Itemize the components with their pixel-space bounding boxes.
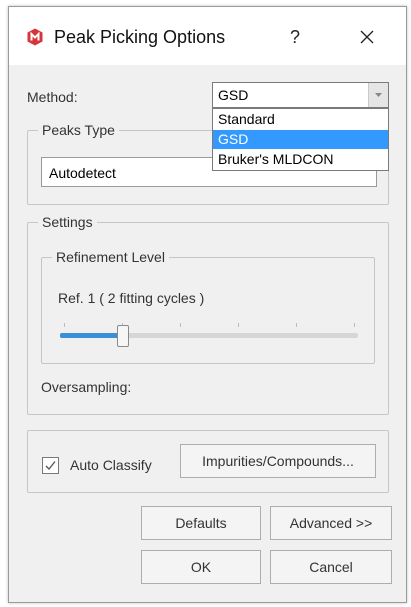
slider-tick xyxy=(354,323,355,327)
method-combobox-value: GSD xyxy=(218,87,249,103)
close-icon xyxy=(359,30,375,48)
refinement-slider-fill xyxy=(60,333,124,338)
title-bar: Peak Picking Options ? xyxy=(9,7,406,65)
refinement-level-title: Refinement Level xyxy=(52,249,169,265)
ok-button[interactable]: OK xyxy=(141,550,261,584)
peak-picking-dialog: Peak Picking Options ? Method: GSD Peaks… xyxy=(8,6,407,603)
impurities-compounds-button[interactable]: Impurities/Compounds... xyxy=(180,444,376,478)
method-combobox[interactable]: GSD xyxy=(212,82,389,108)
settings-title: Settings xyxy=(38,214,97,230)
peaks-type-value: Autodetect xyxy=(49,165,116,181)
method-dropdown-button[interactable] xyxy=(368,83,388,107)
auto-classify-checkbox[interactable] xyxy=(42,457,59,474)
method-label: Method: xyxy=(27,89,78,105)
refinement-level-group: Refinement Level xyxy=(41,249,375,364)
method-option-bruker-mldcon[interactable]: Bruker's MLDCON xyxy=(213,150,388,169)
cancel-button[interactable]: Cancel xyxy=(270,550,392,584)
slider-tick xyxy=(64,323,65,327)
method-option-standard[interactable]: Standard xyxy=(213,110,388,129)
dialog-title: Peak Picking Options xyxy=(54,27,226,47)
refinement-slider-handle[interactable] xyxy=(117,325,130,347)
auto-classify-label: Auto Classify xyxy=(70,457,152,473)
slider-tick xyxy=(296,323,297,327)
help-button[interactable]: ? xyxy=(277,21,313,53)
peaks-type-title: Peaks Type xyxy=(38,122,119,138)
close-button[interactable] xyxy=(349,21,385,53)
refinement-level-text: Ref. 1 ( 2 fitting cycles ) xyxy=(58,290,205,306)
oversampling-label: Oversampling: xyxy=(41,379,132,395)
defaults-button[interactable]: Defaults xyxy=(141,506,261,540)
slider-tick xyxy=(238,323,239,327)
advanced-button[interactable]: Advanced >> xyxy=(270,506,392,540)
slider-tick xyxy=(180,323,181,327)
method-dropdown-list: Standard GSD Bruker's MLDCON xyxy=(212,108,389,171)
method-option-gsd[interactable]: GSD xyxy=(213,130,388,149)
mnova-logo-icon xyxy=(26,28,44,46)
refinement-slider-track[interactable] xyxy=(60,333,358,338)
